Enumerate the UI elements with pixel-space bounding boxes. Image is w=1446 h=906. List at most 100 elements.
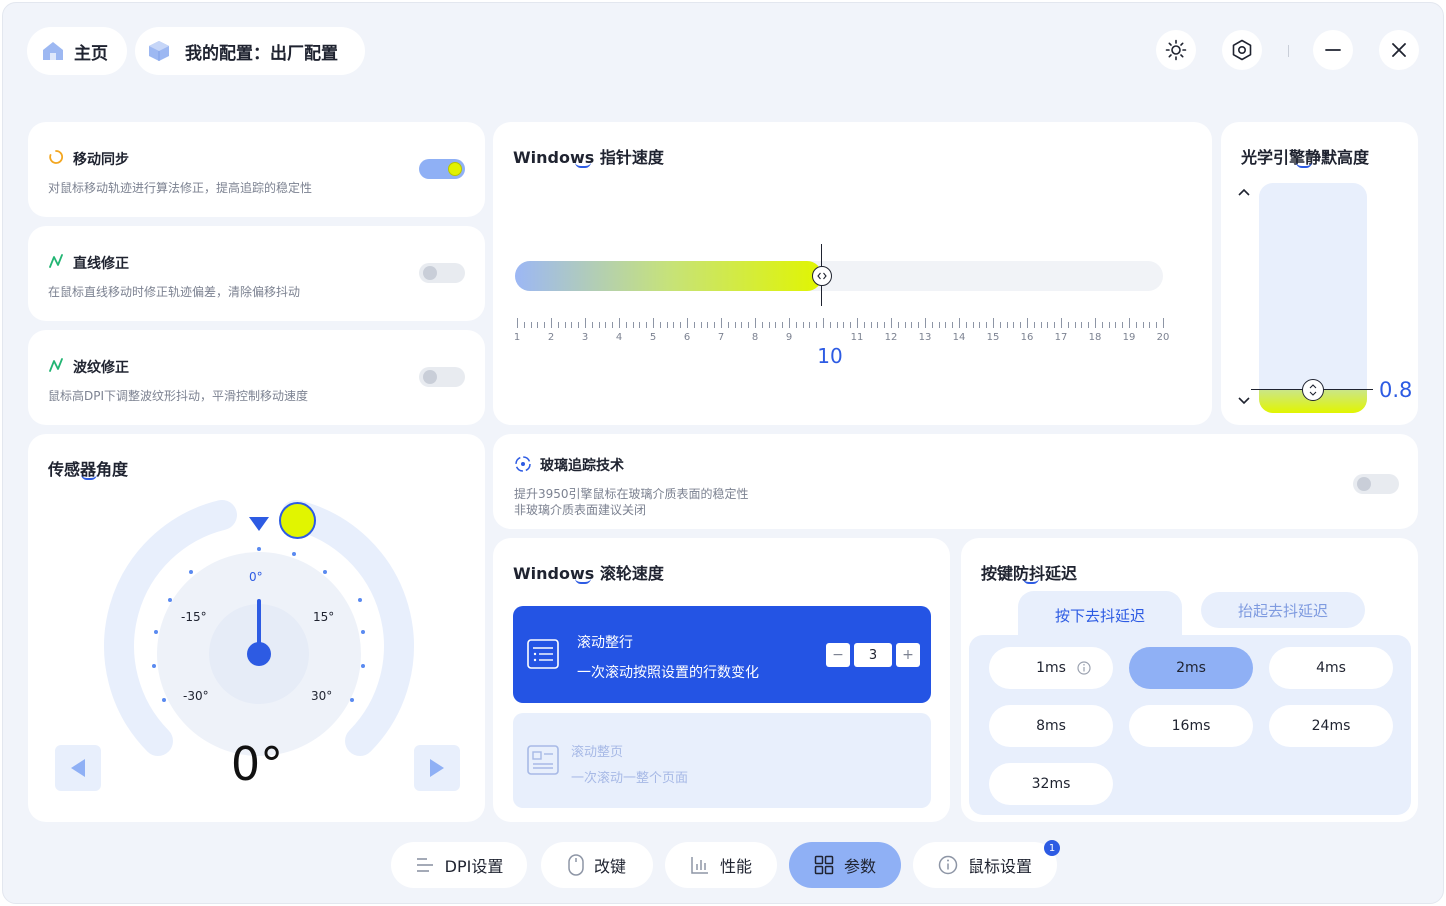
home-button[interactable]: 主页 [27,27,127,75]
ruler-tick [823,318,824,328]
header-divider [1288,45,1289,57]
angle-dial[interactable] [98,494,418,764]
ruler-tick [959,318,960,328]
ruler-tick [727,322,729,328]
nav-performance[interactable]: 性能 [665,842,777,888]
motion-sync-card: 移动同步 对鼠标移动轨迹进行算法修正，提高追踪的稳定性 [28,122,485,217]
tab-press-debounce[interactable]: 按下去抖延迟 [1018,591,1182,639]
scroll-page-option[interactable]: 滚动整页 一次滚动一整个页面 [513,713,931,808]
debounce-option-2ms[interactable]: 2ms [1129,647,1253,689]
debounce-option-8ms[interactable]: 8ms [989,705,1113,747]
angle-label-p15: 15° [313,610,335,624]
line-correction-icon [49,254,63,268]
angle-decrease-button[interactable] [55,745,101,791]
mouse-icon [568,854,584,876]
debounce-option-4ms[interactable]: 4ms [1269,647,1393,689]
scroll-minus-button[interactable]: − [826,643,850,667]
ruler-tick-label: 8 [751,332,759,343]
ruler-tick [551,318,552,328]
debounce-option-16ms[interactable]: 16ms [1129,705,1253,747]
ruler-tick [870,322,872,328]
ruler-tick [673,322,675,328]
ruler-tick [816,322,818,328]
ruler-tick [1156,322,1158,328]
pointer-speed-value: 10 [817,344,843,368]
tab-release-debounce[interactable]: 抬起去抖延迟 [1201,592,1365,628]
info-icon[interactable] [1077,661,1091,675]
theme-button[interactable] [1156,30,1196,70]
ruler-tick [639,322,641,328]
angle-increase-button[interactable] [414,745,460,791]
ruler-tick [761,322,763,328]
scroll-page-title: 滚动整页 [571,745,624,760]
ruler-tick [564,322,566,328]
pointer-triangle-icon [249,517,269,531]
ruler-tick [884,322,886,328]
ruler-tick [775,322,777,328]
nav-mouse-settings[interactable]: 鼠标设置 [913,842,1057,888]
ruler-tick [741,322,743,328]
ruler-tick [523,322,525,328]
triangle-left-icon [71,759,85,777]
ruler-tick [965,322,967,328]
ruler-tick [850,322,852,328]
ruler-tick [972,322,974,328]
ruler-tick-label: 12 [884,332,898,343]
lod-handle[interactable] [1302,379,1324,401]
angle-label-m30: -30° [183,689,209,703]
chevron-down-icon[interactable] [1238,396,1250,406]
ruler-tick-label: 6 [683,332,691,343]
ruler-tick [1142,322,1144,328]
pointer-speed-ruler: 1 2 3 4 5 6 7 8 9 11 12 13 14 15 16 17 18 19 20 [493,122,1212,425]
glass-tracking-desc1: 提升3950引擎鼠标在玻璃介质表面的稳定性 [514,487,749,501]
ruler-tick [809,322,811,328]
scroll-line-option[interactable]: 滚动整行 一次滚动按照设置的行数变化 − 3 + [513,606,931,703]
ruler-tick [585,318,586,328]
ruler-tick [1033,322,1035,328]
lod-value: 0.8 [1379,378,1413,402]
nav-dpi[interactable]: DPI设置 [391,842,527,888]
ruler-tick [748,322,750,328]
minimize-button[interactable] [1313,30,1353,70]
ruler-tick [544,322,546,328]
nav-params[interactable]: 参数 [789,842,901,888]
ripple-control-desc: 鼠标高DPI下调整波纹形抖动，平滑控制移动速度 [48,389,309,403]
nav-remap[interactable]: 改键 [541,842,653,888]
list-icon [527,639,559,669]
config-selector[interactable]: 我的配置：出厂配置 [135,27,365,75]
ruler-tick [795,322,797,328]
ruler-tick [979,322,981,328]
ruler-tick [1027,318,1028,328]
gear-icon [1232,39,1252,61]
ruler-tick [1122,322,1124,328]
ruler-tick [1115,322,1117,328]
sun-icon [1165,39,1187,61]
angle-snap-toggle[interactable] [419,263,465,283]
nav-mouse-settings-label: 鼠标设置 [967,857,1032,876]
debounce-option-label: 1ms [1036,660,1066,676]
debounce-option-24ms[interactable]: 24ms [1269,705,1393,747]
ripple-control-toggle[interactable] [419,367,465,387]
glass-tracking-toggle[interactable] [1353,474,1399,494]
ruler-tick [843,322,845,328]
sync-icon [49,150,64,164]
ruler-tick [653,318,654,328]
ruler-tick-label: 14 [952,332,966,343]
settings-button[interactable] [1222,30,1262,70]
ruler-tick [904,322,906,328]
close-button[interactable] [1379,30,1419,70]
motion-sync-toggle[interactable] [419,159,465,179]
angle-knob[interactable] [279,502,316,539]
scroll-plus-button[interactable]: + [896,643,920,667]
chevron-up-icon[interactable] [1238,187,1250,197]
ruler-tick [619,318,620,328]
ruler-tick [931,322,933,328]
angle-label-0: 0° [249,570,263,584]
dpi-icon [416,858,433,872]
ruler-tick [571,322,573,328]
debounce-option-1ms[interactable]: 1ms [989,647,1113,689]
performance-icon [691,857,708,874]
scroll-lines-input[interactable]: 3 [854,643,892,667]
ruler-tick [612,322,614,328]
debounce-option-32ms[interactable]: 32ms [989,763,1113,805]
